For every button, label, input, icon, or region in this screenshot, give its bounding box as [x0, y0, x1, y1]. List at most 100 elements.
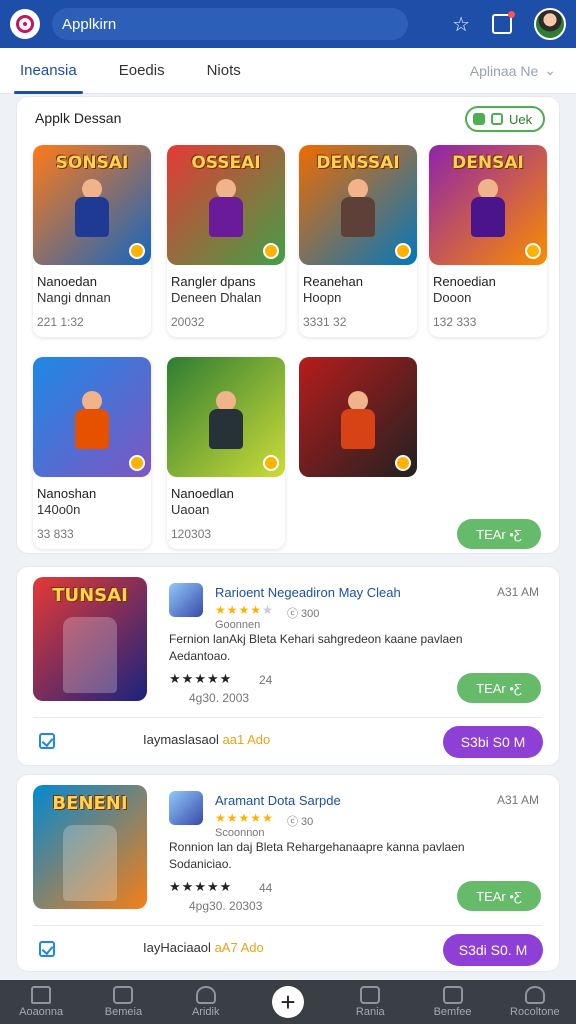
buy-button[interactable]: S3bi S0 M [443, 726, 543, 758]
checkbox[interactable] [39, 941, 55, 957]
grid-icon [113, 986, 134, 1004]
app-bar: Applkirn ☆ [0, 0, 576, 48]
nav-item-library[interactable]: Rania [334, 986, 406, 1018]
filter-dropdown[interactable]: Aplinaa Ne ⌄ [470, 62, 556, 79]
tab-ineansia[interactable]: Ineansia [14, 48, 83, 94]
game-title: Nanoedlan [171, 486, 234, 501]
nav-label: Bemfee [433, 1006, 472, 1018]
featured-logo-text: TUNSAI [52, 585, 128, 606]
game-logo-text: SONSAI [55, 153, 129, 173]
games-grid-card: Applk Dessan Uek SONSAI Nanoedan Nangi dnn… [16, 96, 560, 554]
featured-count: ⓒ 300 [287, 608, 320, 620]
game-cover-image: OSSEAI [167, 145, 285, 265]
app-logo-icon[interactable] [10, 9, 40, 39]
featured-game-card[interactable]: TUNSAI Rarioent Negeadiron May Cleah A31 A… [16, 566, 560, 766]
nav-label: Rocoltone [510, 1006, 560, 1018]
avatar[interactable] [534, 8, 566, 40]
game-card[interactable]: Nanoedlan Uaoan 120303 [167, 357, 285, 549]
featured-hero-figure [63, 825, 117, 901]
get-button[interactable]: TEAr •Ƹ [457, 881, 541, 911]
nav-item-store[interactable]: Bemfee [417, 986, 489, 1018]
nav-item-games[interactable]: Bemeia [87, 986, 159, 1018]
checkbox[interactable] [39, 733, 55, 749]
store-icon [442, 986, 463, 1004]
featured-description: Ronnion lan daj Bleta Rehargehanaapre ka… [169, 840, 465, 871]
game-hero-figure [335, 391, 381, 461]
game-card[interactable]: Nanoshan 140o0n 33 833 [33, 357, 151, 549]
game-cover-image: SONSAI [33, 145, 151, 265]
purchase-label: IayHaciaaol aA7 Ado [143, 940, 264, 955]
nav-label: Aoaonna [19, 1006, 64, 1018]
featured-description: Fernion lanAkj Bleta Kehari sahgredeon k… [169, 632, 463, 663]
filter-dropdown-label: Aplinaa Ne [469, 62, 539, 79]
buy-button[interactable]: S3di S0. M [443, 934, 543, 966]
nav-label: Rania [355, 1006, 385, 1018]
featured-stars: ★★★★★ [215, 811, 274, 825]
featured-thumbnail [169, 583, 203, 617]
game-logo-text: OSSEAI [191, 153, 261, 173]
featured-rating-stars: ★★★★★ [169, 879, 233, 894]
game-meta: 221 1:32 [37, 315, 84, 329]
game-badge-icon [129, 455, 145, 471]
search-input[interactable]: Applkirn [52, 8, 408, 40]
game-card[interactable] [299, 357, 417, 549]
purchase-label-text: Iaymaslasaol [143, 732, 219, 747]
purchase-row: Iaymaslasaol aa1 Ado S3bi S0 M [33, 717, 543, 763]
game-cover-image [299, 357, 417, 477]
featured-hero-figure [63, 617, 117, 693]
purchase-label-text: IayHaciaaol [143, 940, 211, 955]
tab-eoedis[interactable]: Eoedis [119, 48, 165, 94]
game-cover-image [33, 357, 151, 477]
purchase-label-accent: aa1 Ado [222, 732, 271, 747]
featured-count: ⓒ 30 [287, 816, 314, 828]
game-card[interactable]: DENSAI Renoedian Dooon 132 333 [429, 145, 547, 337]
section-title: Applk Dessan [35, 110, 122, 126]
game-title: Nanoshan [37, 486, 97, 501]
featured-title[interactable]: Rarioent Negeadiron May Cleah [215, 585, 401, 600]
tab-bar: Ineansia Eoedis Niots Aplinaa Ne ⌄ [0, 48, 576, 94]
game-badge-icon [263, 455, 279, 471]
featured-game-card[interactable]: BENENI Aramant Dota Sarpde A31 AM ★★★★★ ⓒ 30… [16, 774, 560, 972]
game-card[interactable]: OSSEAI Rangler dpans Deneen Dhalan 20032 [167, 145, 285, 337]
game-card[interactable]: DENSSAI Reanehan Hoopn 3331 32 [299, 145, 417, 337]
game-title: Reanehan [303, 274, 363, 289]
game-card[interactable]: SONSAI Nanoedan Nangi dnnan 221 1:32 [33, 145, 151, 337]
view-toggle-button[interactable]: Uek [465, 106, 545, 132]
view-toggle-label: Uek [509, 111, 533, 127]
featured-badge: Scoonnon [215, 827, 265, 839]
get-button[interactable]: TEAr •Ƹ [457, 673, 541, 703]
featured-date: 4pg30. 20303 [189, 899, 263, 913]
featured-rating: 44 [259, 881, 273, 895]
game-meta: 20032 [171, 315, 205, 329]
nav-item-profile[interactable]: Aridik [170, 986, 242, 1018]
nav-item-home[interactable]: Aoaonna [5, 986, 77, 1018]
get-button[interactable]: TEAr •Ƹ [457, 519, 541, 549]
game-hero-figure [465, 179, 511, 249]
notification-icon[interactable] [492, 11, 515, 34]
game-hero-figure [69, 179, 115, 249]
plus-icon: + [271, 986, 304, 1018]
person-icon [195, 986, 216, 1004]
tab-niots[interactable]: Niots [207, 48, 241, 94]
game-subtitle: Hoopn [303, 290, 342, 305]
home-icon [31, 986, 52, 1004]
nav-label: Aridik [191, 1006, 220, 1018]
featured-logo-text: BENENI [52, 793, 128, 814]
nav-item-add[interactable]: + [252, 986, 324, 1018]
game-subtitle: Uaoan [171, 502, 210, 517]
star-icon[interactable]: ☆ [452, 12, 470, 37]
featured-cover-image: BENENI [33, 785, 147, 909]
featured-badge: Goonnen [215, 619, 261, 631]
nav-label: Bemeia [104, 1006, 143, 1018]
featured-rating-stars: ★★★★★ [169, 671, 233, 686]
library-icon [360, 986, 381, 1004]
featured-title[interactable]: Aramant Dota Sarpde [215, 793, 341, 808]
list-view-icon [491, 113, 503, 125]
game-cover-image: DENSSAI [299, 145, 417, 265]
game-subtitle: 140o0n [37, 502, 81, 517]
game-badge-icon [129, 243, 145, 259]
game-cover-image: DENSAI [429, 145, 547, 265]
featured-thumbnail [169, 791, 203, 825]
game-subtitle: Nangi dnnan [37, 290, 111, 305]
nav-item-settings[interactable]: Rocoltone [499, 986, 571, 1018]
